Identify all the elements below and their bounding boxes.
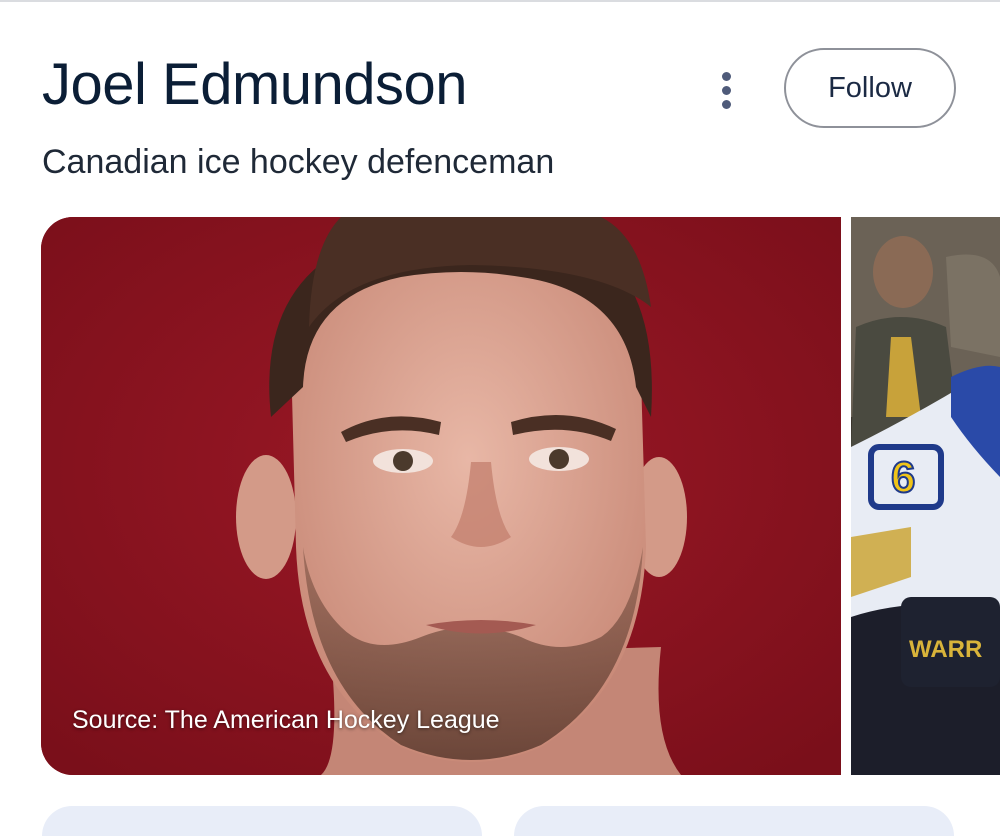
- portrait-image: [41, 217, 841, 775]
- photo-source-label: Source: The American Hockey League: [72, 706, 500, 734]
- follow-button[interactable]: Follow: [784, 48, 956, 128]
- secondary-photo[interactable]: 6 WARR: [851, 217, 1000, 775]
- svg-text:6: 6: [891, 453, 915, 502]
- top-divider: [0, 0, 1000, 2]
- main-photo[interactable]: [41, 217, 841, 775]
- entity-title: Joel Edmundson: [42, 52, 468, 117]
- svg-text:WARR: WARR: [909, 636, 982, 663]
- knowledge-panel: Joel Edmundson Follow Canadian ice hocke…: [0, 0, 1000, 836]
- more-options-button[interactable]: [700, 64, 752, 116]
- info-chip[interactable]: [514, 806, 954, 836]
- action-image: 6 WARR: [851, 217, 1000, 775]
- info-chip[interactable]: [42, 806, 482, 836]
- entity-subtitle: Canadian ice hockey defenceman: [42, 143, 555, 181]
- more-vert-icon: [721, 71, 731, 81]
